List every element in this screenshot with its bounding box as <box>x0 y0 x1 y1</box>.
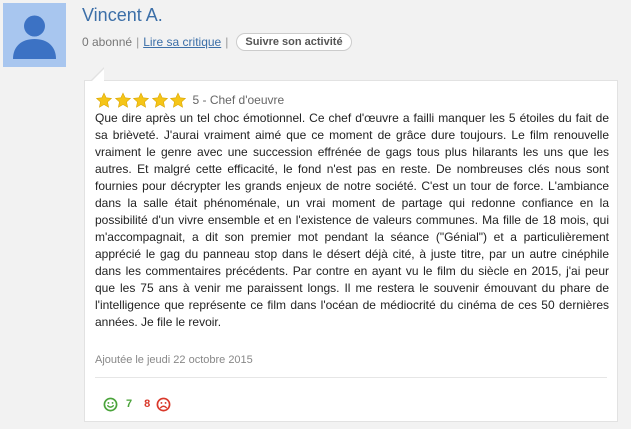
review-date: Ajoutée le jeudi 22 octobre 2015 <box>95 354 253 366</box>
star-icon <box>169 91 187 108</box>
upvote-button[interactable]: 7 <box>103 397 144 412</box>
upvote-count: 7 <box>126 398 133 410</box>
user-avatar[interactable] <box>3 3 66 67</box>
user-name[interactable]: Vincent A. <box>82 5 163 26</box>
downvote-button[interactable]: 8 <box>144 397 171 412</box>
star-icon <box>132 91 150 108</box>
separator: | <box>136 35 140 49</box>
rating-label: 5 - Chef d'oeuvre <box>192 93 285 107</box>
star-icon <box>151 91 168 108</box>
rating-row: 5 - Chef d'oeuvre <box>95 91 284 109</box>
user-silhouette-icon <box>13 15 56 59</box>
read-review-link[interactable]: Lire sa critique <box>143 35 221 49</box>
star-rating <box>95 91 188 109</box>
divider <box>95 377 607 378</box>
user-meta: 0 abonné | Lire sa critique | Suivre son… <box>82 32 352 52</box>
star-icon <box>114 91 131 108</box>
followers-count: 0 abonné <box>82 35 133 49</box>
smiley-sad-icon <box>156 397 171 411</box>
star-icon <box>95 91 113 108</box>
follow-button[interactable]: Suivre son activité <box>236 33 352 51</box>
separator: | <box>225 35 229 49</box>
votes: 7 8 <box>103 396 171 412</box>
smiley-happy-icon <box>103 397 118 411</box>
card-pointer-fill <box>92 69 104 81</box>
review-card: 5 - Chef d'oeuvre Que dire après un tel … <box>84 80 618 422</box>
downvote-count: 8 <box>144 398 151 410</box>
review-text: Que dire après un tel choc émotionnel. C… <box>95 111 609 329</box>
